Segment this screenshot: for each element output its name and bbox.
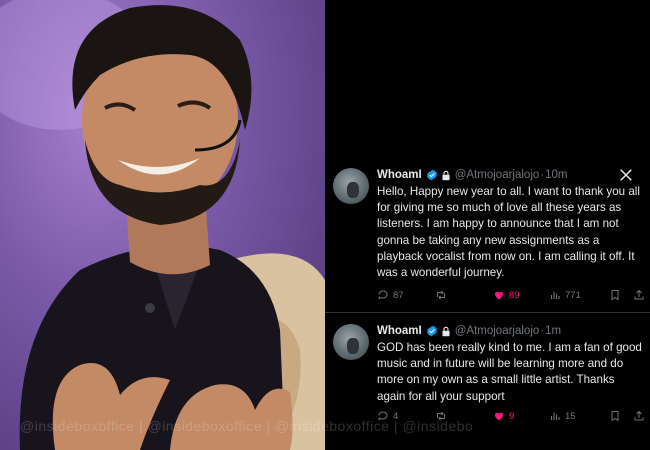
share-icon (634, 289, 644, 300)
display-name[interactable]: WhoamI (377, 168, 422, 182)
avatar[interactable] (333, 324, 369, 360)
separator-dot: · (540, 325, 545, 337)
lock-icon (441, 170, 451, 181)
views-icon (550, 291, 560, 299)
tweet-text: Hello, Happy new year to all. I want to … (377, 185, 640, 280)
tweet-text: GOD has been really kind to me. I am a f… (377, 341, 642, 403)
like-count: 89 (509, 289, 520, 301)
tweet-actions: 87 89 771 (377, 289, 647, 303)
reply-button[interactable]: 87 (377, 289, 404, 301)
handle[interactable]: @Atmojoarjalojo (455, 168, 540, 182)
lock-icon (441, 326, 451, 337)
retweet-icon (437, 290, 445, 300)
display-name[interactable]: WhoamI (377, 324, 422, 338)
bookmark-icon (611, 290, 619, 301)
watermark: @insideboxoffice | @insideboxoffice | @i… (20, 418, 474, 434)
separator-dot: · (540, 169, 545, 181)
handle[interactable]: @Atmojoarjalojo (455, 324, 540, 338)
heart-icon (495, 291, 503, 300)
avatar[interactable] (333, 168, 369, 204)
verified-badge-icon (426, 325, 438, 337)
retweet-button[interactable] (435, 289, 451, 301)
views-button[interactable]: 771 (549, 289, 581, 301)
photo-panel (0, 0, 325, 450)
reply-count: 87 (393, 289, 404, 301)
tweet-divider (325, 312, 650, 313)
bookmark-button[interactable] (609, 289, 621, 301)
verified-badge-icon (426, 169, 438, 181)
timestamp[interactable]: 1m (545, 324, 561, 338)
singer-photo (0, 0, 325, 450)
like-button[interactable]: 89 (493, 289, 520, 301)
tweet-panel: WhoamI @Atmojoarjalojo · 10m Hello, Happ… (325, 0, 650, 450)
x-logo-icon (619, 168, 633, 182)
tweet-header: WhoamI @Atmojoarjalojo · 10m (377, 168, 568, 182)
reply-icon (378, 290, 388, 300)
timestamp[interactable]: 10m (545, 168, 567, 182)
share-button[interactable] (633, 289, 645, 301)
tweet-header: WhoamI @Atmojoarjalojo · 1m (377, 324, 561, 338)
views-count: 771 (565, 289, 581, 301)
